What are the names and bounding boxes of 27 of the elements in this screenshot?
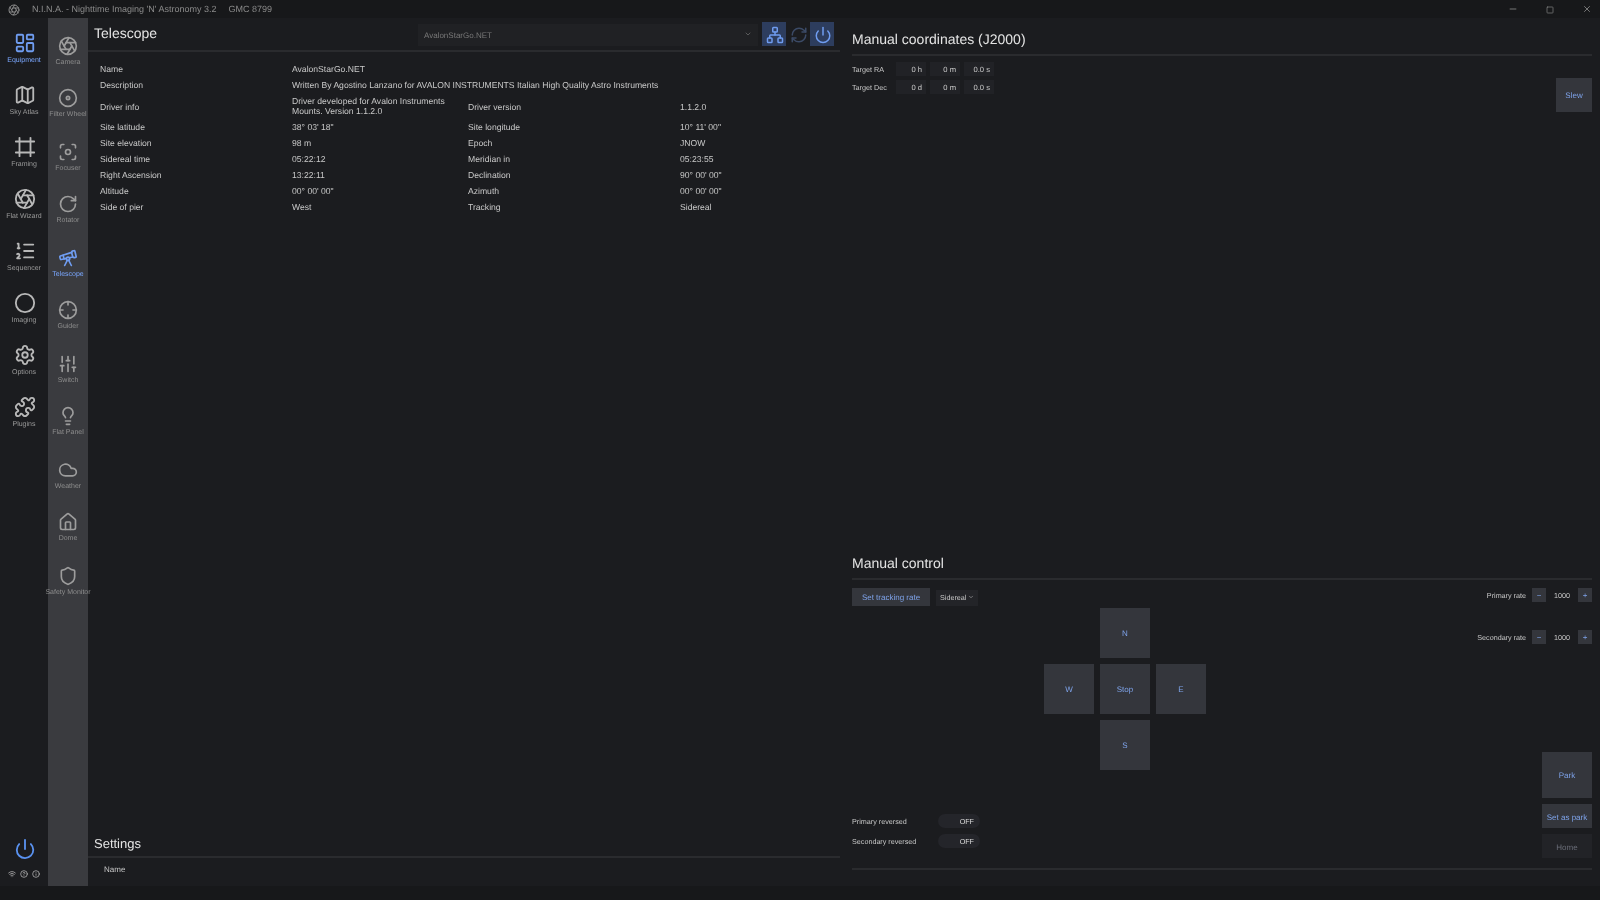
info-icon[interactable]: [32, 870, 40, 878]
frame-icon: [13, 136, 35, 158]
house-icon: [58, 512, 78, 533]
sliders-icon: [58, 353, 78, 374]
rotate-icon: [58, 194, 78, 215]
circle-icon: [13, 292, 35, 314]
settings-icon: [13, 344, 35, 366]
focus-icon: [58, 141, 78, 162]
aperture-icon: [58, 35, 78, 56]
power-icon[interactable]: [13, 838, 35, 860]
connect-button[interactable]: [810, 22, 834, 46]
help-icon[interactable]: [20, 870, 28, 878]
crosshair-icon: [58, 300, 78, 321]
logo-icon: [8, 3, 20, 15]
lightbulb-icon: [58, 406, 78, 427]
aperture-icon: [13, 188, 35, 210]
disc-icon: [58, 88, 78, 109]
shield-icon: [58, 565, 78, 586]
telescope-icon: [58, 247, 78, 268]
maximize-icon[interactable]: [1546, 5, 1554, 13]
puzzle-icon: [13, 396, 35, 418]
map-icon: [13, 84, 35, 106]
connection-icon[interactable]: [8, 870, 16, 878]
cloud-icon: [58, 459, 78, 480]
dashboard-icon: [13, 32, 35, 54]
list-icon: [13, 240, 35, 262]
settings-button[interactable]: [762, 22, 786, 46]
